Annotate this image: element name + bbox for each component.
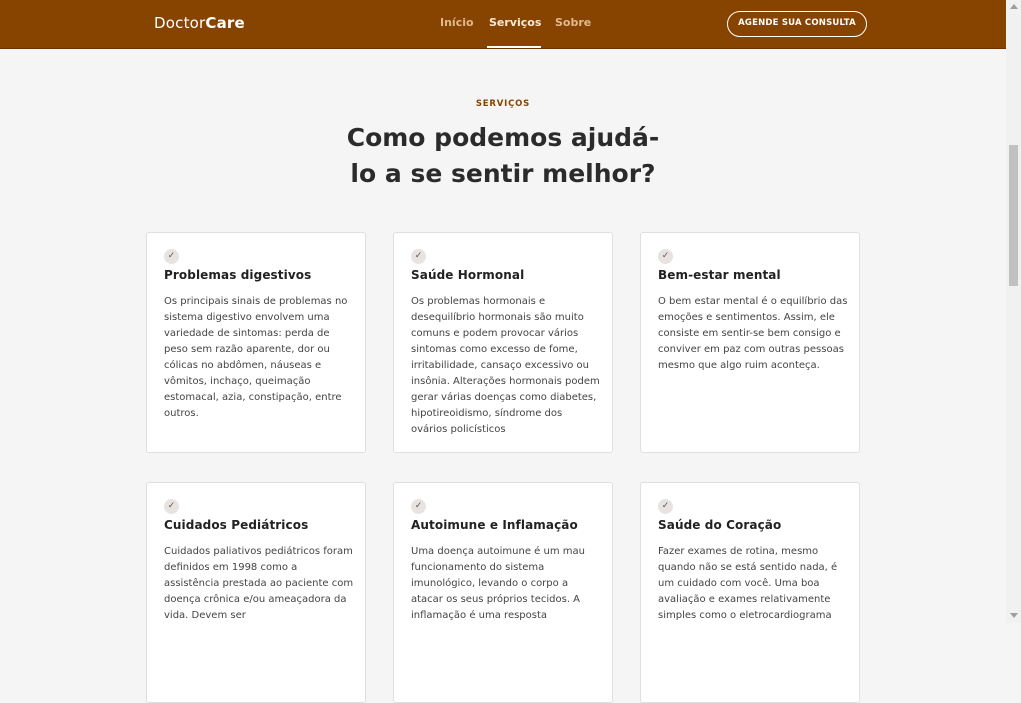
card-title: Bem-estar mental (658, 268, 781, 282)
section-title-line-2: lo a se sentir melhor? (350, 159, 656, 188)
nav-link-inicio[interactable]: Início (440, 16, 474, 29)
check-icon: ✓ (164, 499, 179, 514)
scroll-down-arrow-icon[interactable] (1010, 613, 1018, 618)
check-icon: ✓ (411, 499, 426, 514)
logo-regular: Doctor (154, 14, 206, 32)
card-text: Uma doença autoimune é um mau funcioname… (411, 546, 585, 621)
card-text: Cuidados paliativos pediátricos foram de… (164, 546, 354, 621)
service-card-autoimmune[interactable]: ✓ Autoimune e Inflamação Uma doença auto… (393, 482, 613, 703)
service-card-mental[interactable]: ✓ Bem-estar mental O bem estar mental é … (640, 232, 860, 453)
section-title: Como podemos ajudá- lo a se sentir melho… (343, 120, 663, 192)
check-icon: ✓ (658, 249, 673, 264)
card-title: Saúde Hormonal (411, 268, 525, 282)
schedule-appointment-button[interactable]: AGENDE SUA CONSULTA (727, 11, 867, 37)
vertical-scrollbar[interactable] (1006, 0, 1021, 623)
nav-link-sobre[interactable]: Sobre (555, 16, 591, 29)
logo[interactable]: DoctorCare (154, 14, 245, 32)
service-card-digestive[interactable]: ✓ Problemas digestivos Os principais sin… (146, 232, 366, 453)
card-text: Os principais sinais de problemas no sis… (164, 296, 348, 419)
card-text: Os problemas hormonais e desequilíbrio h… (411, 296, 600, 435)
service-card-pediatric[interactable]: ✓ Cuidados Pediátricos Cuidados paliativ… (146, 482, 366, 703)
scroll-up-arrow-icon[interactable] (1010, 4, 1018, 9)
card-title: Cuidados Pediátricos (164, 518, 309, 532)
section-title-line-1: Como podemos ajudá- (346, 123, 660, 152)
card-title: Saúde do Coração (658, 518, 782, 532)
service-card-heart[interactable]: ✓ Saúde do Coração Fazer exames de rotin… (640, 482, 860, 703)
logo-bold: Care (205, 14, 245, 32)
card-text: O bem estar mental é o equilíbrio das em… (658, 296, 848, 371)
scrollbar-thumb[interactable] (1009, 145, 1018, 286)
card-text: Fazer exames de rotina, mesmo quando não… (658, 546, 838, 621)
check-icon: ✓ (164, 249, 179, 264)
nav-link-servicos[interactable]: Serviços (489, 16, 541, 29)
check-icon: ✓ (658, 499, 673, 514)
site-header: DoctorCare Início Serviços Sobre AGENDE … (0, 0, 1006, 49)
check-icon: ✓ (411, 249, 426, 264)
card-title: Autoimune e Inflamação (411, 518, 578, 532)
card-title: Problemas digestivos (164, 268, 312, 282)
active-nav-indicator (487, 46, 541, 48)
service-card-hormonal[interactable]: ✓ Saúde Hormonal Os problemas hormonais … (393, 232, 613, 453)
section-eyebrow: SERVIÇOS (475, 99, 531, 109)
